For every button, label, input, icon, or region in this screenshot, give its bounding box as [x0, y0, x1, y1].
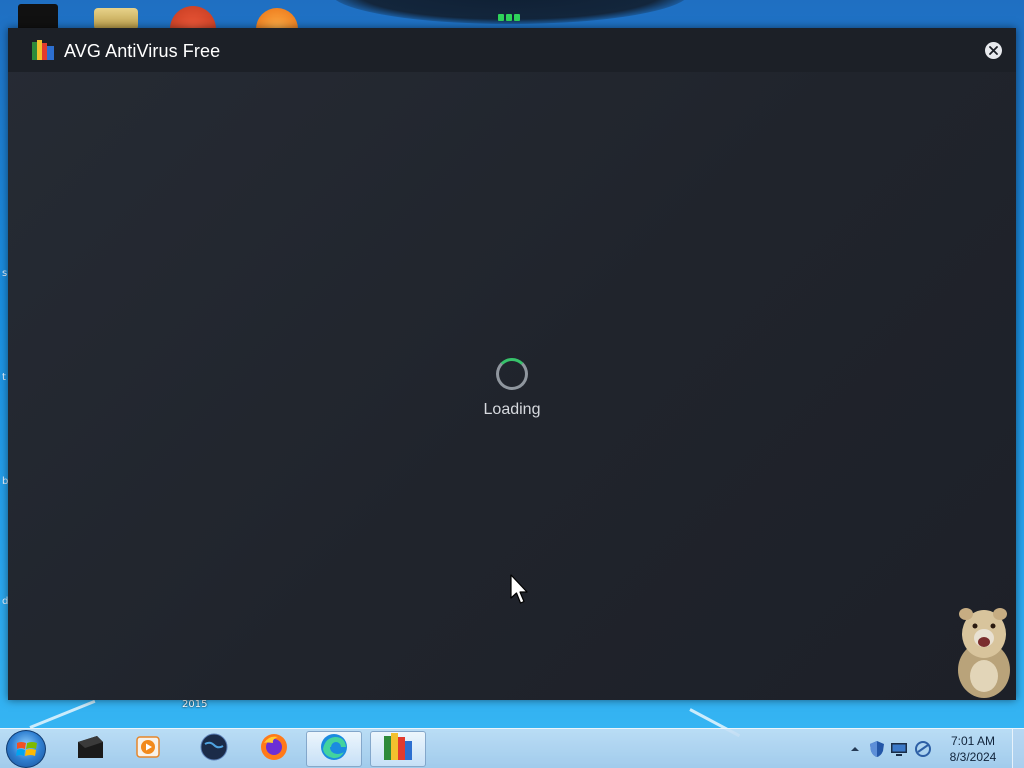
avg-icon [383, 732, 413, 766]
hamster-mascot-image [944, 604, 1018, 700]
edge-icon [319, 732, 349, 767]
desktop-icon-orange-app[interactable] [256, 8, 298, 30]
desktop-edge-text: s [2, 268, 8, 279]
taskbar-item-firefox[interactable] [246, 731, 302, 767]
window-titlebar[interactable]: AVG AntiVirus Free [8, 28, 1016, 72]
desktop-year-label: 2015 [182, 699, 208, 710]
wallpaper-green-light [498, 8, 526, 21]
start-button[interactable] [6, 730, 46, 768]
show-desktop-button[interactable] [1012, 729, 1024, 768]
firefox-icon [260, 733, 288, 766]
network-icon[interactable] [914, 740, 932, 758]
taskbar-clock[interactable]: 7:01 AM 8/3/2024 [940, 733, 1006, 765]
taskbar-item-black-box[interactable] [62, 731, 118, 767]
clock-time: 7:01 AM [950, 734, 996, 748]
loading-label: Loading [483, 401, 541, 418]
window-title: AVG AntiVirus Free [64, 41, 221, 61]
close-icon [989, 42, 998, 60]
show-hidden-icons-icon[interactable] [846, 740, 864, 758]
close-button[interactable] [985, 42, 1002, 59]
loading-spinner-icon [496, 358, 528, 390]
media-player-icon [136, 735, 160, 764]
system-tray [840, 729, 950, 768]
clock-date: 8/3/2024 [949, 750, 997, 764]
desktop-icon-folder[interactable] [94, 8, 138, 30]
desktop-edge-text: t [2, 372, 6, 383]
taskbar-item-media-player[interactable] [120, 731, 176, 767]
desktop-icon-red-app[interactable] [170, 6, 216, 30]
monitor-icon[interactable] [890, 740, 908, 758]
wallpaper-streak [29, 699, 96, 729]
black-box-app-icon [75, 734, 105, 765]
taskbar: 7:01 AM 8/3/2024 [0, 728, 1024, 768]
taskbar-item-avg[interactable] [370, 731, 426, 767]
security-shield-icon[interactable] [868, 740, 886, 758]
globe-app-icon [200, 733, 228, 766]
taskbar-item-edge[interactable] [306, 731, 362, 767]
mouse-cursor-icon [510, 574, 530, 606]
avg-logo-icon [32, 40, 54, 60]
desktop-icon-hat[interactable] [18, 4, 58, 30]
taskbar-item-globe[interactable] [186, 731, 242, 767]
